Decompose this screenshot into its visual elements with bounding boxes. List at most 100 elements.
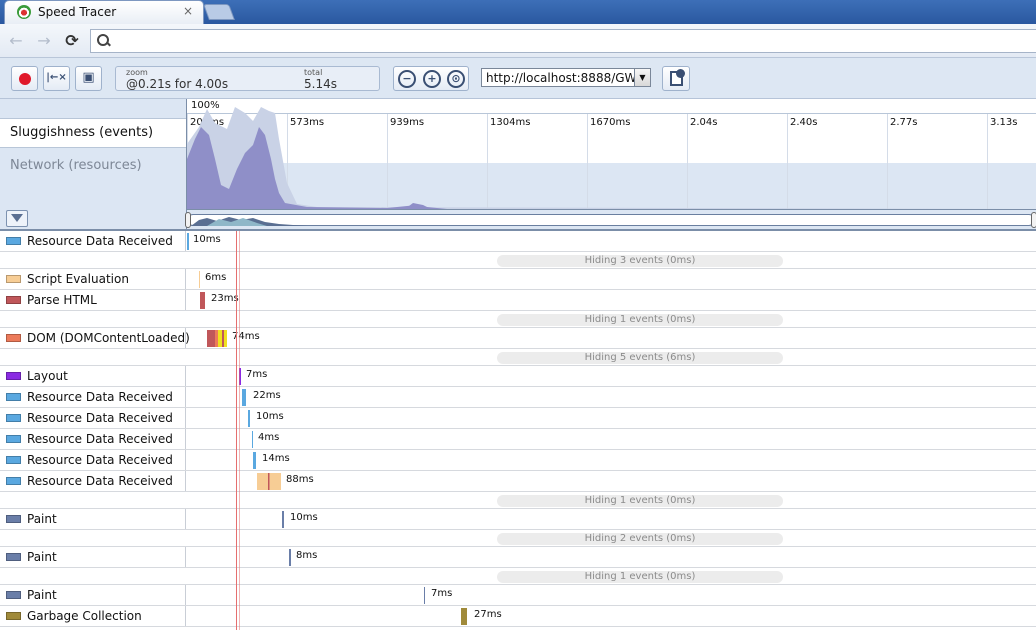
event-duration-bar[interactable]	[461, 608, 467, 625]
event-list: Resource Data Received 10ms Hiding 3 event…	[0, 231, 1036, 630]
event-duration-bar[interactable]	[424, 587, 425, 604]
time-cursor-line-secondary	[239, 231, 240, 630]
event-name-label: Paint	[27, 588, 57, 602]
scrub-handle-right[interactable]	[1031, 212, 1036, 228]
event-row[interactable]: Layout 7ms	[0, 366, 1036, 387]
sluggishness-light-area	[187, 107, 1036, 209]
event-name-label: Resource Data Received	[27, 411, 173, 425]
time-cursor-line	[236, 231, 237, 630]
overview-graph[interactable]: 100% 207ms573ms939ms1304ms1670ms2.04s2.4…	[185, 99, 1036, 229]
chevron-down-icon[interactable]: ▼	[634, 69, 650, 86]
scrub-handle-left[interactable]	[185, 212, 191, 228]
hidden-events-pill[interactable]: Hiding 1 events (0ms)	[497, 571, 783, 583]
overview-labels: Sluggishness (events) Network (resources…	[0, 99, 186, 229]
event-duration-bar[interactable]	[200, 292, 205, 309]
event-duration-bar[interactable]	[207, 330, 227, 347]
save-button[interactable]: ▣	[75, 66, 102, 91]
event-duration-label: 22ms	[253, 390, 281, 401]
event-duration-bar[interactable]	[252, 431, 253, 448]
zoom-out-icon[interactable]: −	[398, 70, 416, 88]
network-tab[interactable]: Network (resources)	[10, 158, 142, 173]
event-row[interactable]: Script Evaluation 6ms	[0, 269, 1036, 290]
total-value: 5.14s	[304, 77, 337, 91]
event-name-label: DOM (DOMContentLoaded)	[27, 331, 190, 345]
search-icon	[97, 34, 109, 46]
event-duration-label: 14ms	[262, 453, 290, 464]
event-type-swatch	[6, 553, 21, 561]
event-type-swatch	[6, 515, 21, 523]
back-arrow-icon[interactable]: ←	[6, 31, 26, 51]
event-duration-label: 6ms	[205, 272, 227, 283]
address-bar[interactable]	[90, 29, 1036, 53]
event-row[interactable]: Resource Data Received 10ms	[0, 231, 1036, 252]
clear-button[interactable]: |←×	[43, 66, 70, 91]
overview-scrubber[interactable]	[185, 209, 1036, 229]
hidden-events-pill[interactable]: Hiding 5 events (6ms)	[497, 352, 783, 364]
event-duration-bar[interactable]	[242, 389, 246, 406]
event-row[interactable]: Paint 7ms	[0, 585, 1036, 606]
event-row[interactable]: Resource Data Received 14ms	[0, 450, 1036, 471]
event-name-cell: Resource Data Received	[0, 387, 186, 407]
sluggishness-tab[interactable]: Sluggishness (events)	[0, 118, 186, 148]
hidden-events-pill[interactable]: Hiding 1 events (0ms)	[497, 314, 783, 326]
event-type-swatch	[6, 275, 21, 283]
event-name-cell: Resource Data Received	[0, 231, 186, 251]
zoom-controls: − + ⊙	[393, 66, 469, 91]
event-name-cell: Paint	[0, 547, 186, 567]
hidden-events-row: Hiding 1 events (0ms)	[0, 311, 1036, 328]
event-duration-bar[interactable]	[248, 410, 250, 427]
reload-icon[interactable]: ⟳	[62, 31, 82, 51]
zoom-fit-icon[interactable]: ⊙	[447, 70, 465, 88]
event-name-label: Paint	[27, 512, 57, 526]
event-type-swatch	[6, 237, 21, 245]
close-icon[interactable]: ×	[183, 4, 193, 18]
event-duration-bar[interactable]	[289, 549, 291, 566]
event-row[interactable]: Paint 8ms	[0, 547, 1036, 568]
overview-panel: Sluggishness (events) Network (resources…	[0, 99, 1036, 231]
event-name-label: Parse HTML	[27, 293, 97, 307]
event-row[interactable]: Resource Data Received 22ms	[0, 387, 1036, 408]
event-name-label: Resource Data Received	[27, 432, 173, 446]
record-button[interactable]	[11, 66, 38, 91]
event-row[interactable]: Resource Data Received 4ms	[0, 429, 1036, 450]
event-name-cell: Paint	[0, 585, 186, 605]
event-duration-bar[interactable]	[282, 511, 284, 528]
filter-button[interactable]	[6, 210, 28, 227]
event-row[interactable]: Garbage Collection 27ms	[0, 606, 1036, 627]
tab-speed-tracer[interactable]: Speed Tracer ×	[4, 0, 204, 24]
hidden-events-pill[interactable]: Hiding 2 events (0ms)	[497, 533, 783, 545]
event-row[interactable]: Parse HTML 23ms	[0, 290, 1036, 311]
event-name-label: Garbage Collection	[27, 609, 142, 623]
forward-arrow-icon[interactable]: →	[34, 31, 54, 51]
event-duration-bar[interactable]	[187, 233, 189, 250]
event-duration-bar[interactable]	[253, 452, 256, 469]
hidden-events-pill[interactable]: Hiding 3 events (0ms)	[497, 255, 783, 267]
zoom-in-icon[interactable]: +	[423, 70, 441, 88]
sluggishness-graph	[187, 107, 1036, 209]
event-name-cell: Resource Data Received	[0, 429, 186, 449]
event-duration-label: 88ms	[286, 474, 314, 485]
report-button[interactable]	[662, 66, 690, 91]
event-row[interactable]: Resource Data Received 10ms	[0, 408, 1036, 429]
event-type-swatch	[6, 393, 21, 401]
event-name-label: Layout	[27, 369, 68, 383]
new-tab-button[interactable]	[203, 4, 235, 20]
event-name-label: Resource Data Received	[27, 234, 173, 248]
event-duration-bar[interactable]	[199, 271, 200, 288]
event-duration-bar[interactable]	[257, 473, 281, 490]
event-name-label: Resource Data Received	[27, 390, 173, 404]
event-duration-label: 27ms	[474, 609, 502, 620]
zoom-value: @0.21s for 4.00s	[126, 77, 229, 91]
event-name-label: Paint	[27, 550, 57, 564]
event-row[interactable]: DOM (DOMContentLoaded) 74ms	[0, 328, 1036, 349]
page-url-select[interactable]: http://localhost:8888/GWT ▼	[481, 68, 651, 87]
event-type-swatch	[6, 591, 21, 599]
zoom-label: zoom	[126, 68, 148, 77]
event-row[interactable]: Paint 10ms	[0, 509, 1036, 530]
event-duration-label: 10ms	[256, 411, 284, 422]
event-type-swatch	[6, 372, 21, 380]
hidden-events-pill[interactable]: Hiding 1 events (0ms)	[497, 495, 783, 507]
event-type-swatch	[6, 456, 21, 464]
tracer-toolbar: |←× ▣ zoom @0.21s for 4.00s total 5.14s …	[0, 58, 1036, 99]
event-row[interactable]: Resource Data Received 88ms	[0, 471, 1036, 492]
